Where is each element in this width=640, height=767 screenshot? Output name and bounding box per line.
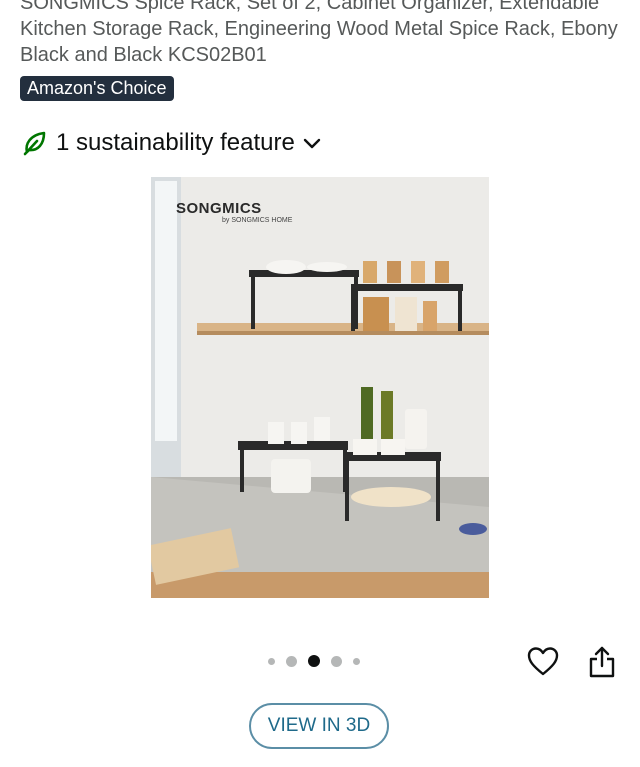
sustainability-label: 1 sustainability feature (56, 129, 295, 156)
chevron-down-icon (303, 138, 321, 149)
product-title: SONGMICS Spice Rack, Set of 2, Cabinet O… (20, 0, 618, 66)
carousel-dot[interactable] (286, 655, 297, 667)
product-image[interactable] (151, 177, 489, 598)
heart-icon[interactable] (527, 646, 559, 678)
carousel-dot-active[interactable] (308, 655, 320, 667)
share-icon[interactable] (588, 645, 616, 679)
carousel-dots (268, 655, 360, 667)
carousel-dot[interactable] (353, 657, 360, 665)
view-in-3d-button[interactable]: VIEW IN 3D (249, 703, 389, 749)
leaf-icon (23, 131, 46, 156)
brand-sub-logo: by SONGMICS HOME (222, 217, 293, 224)
sustainability-features-toggle[interactable]: 1 sustainability feature (22, 127, 321, 159)
carousel-dot[interactable] (331, 655, 342, 667)
amazons-choice-badge: Amazon's Choice (20, 76, 174, 101)
carousel-dot[interactable] (268, 657, 275, 665)
brand-logo: SONGMICS (176, 200, 262, 217)
